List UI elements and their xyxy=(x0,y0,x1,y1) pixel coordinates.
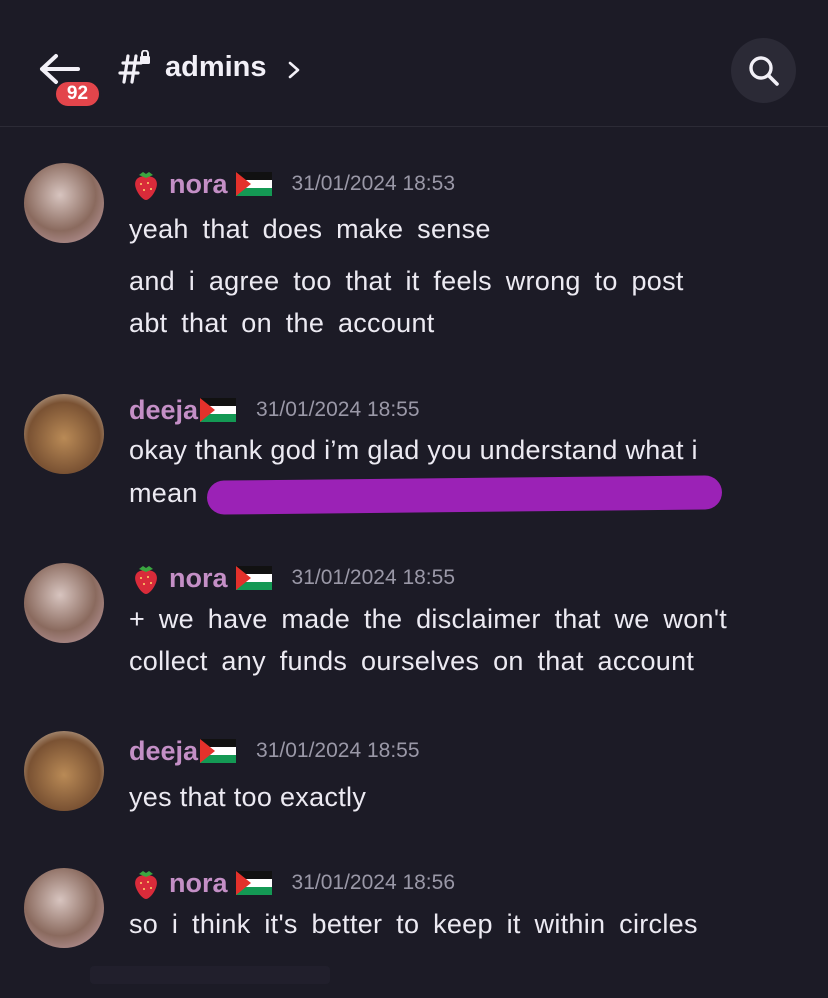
message-text: + we have made the disclaimer that we wo… xyxy=(129,604,728,634)
timestamp: 31/01/2024 18:55 xyxy=(256,398,420,421)
channel-header: 92 admins xyxy=(0,0,828,127)
chevron-right-icon[interactable] xyxy=(286,59,302,81)
username[interactable]: nora xyxy=(169,169,228,200)
strawberry-icon xyxy=(135,871,157,899)
username[interactable]: nora xyxy=(169,868,228,899)
unread-badge: 92 xyxy=(53,79,102,109)
avatar[interactable] xyxy=(24,563,104,643)
avatar[interactable] xyxy=(24,868,104,948)
palestine-flag-icon xyxy=(200,398,237,422)
palestine-flag-icon xyxy=(200,739,237,763)
message-text: collect any funds ourselves on that acco… xyxy=(129,646,695,676)
username[interactable]: deeja xyxy=(129,395,198,426)
message-text: okay thank god i’m glad you understand w… xyxy=(129,435,698,465)
strawberry-icon xyxy=(135,566,157,594)
timestamp: 31/01/2024 18:55 xyxy=(256,739,420,762)
search-button[interactable] xyxy=(731,38,796,103)
palestine-flag-icon xyxy=(235,566,272,590)
avatar[interactable] xyxy=(24,163,104,243)
message-text: yes that too exactly xyxy=(129,782,367,812)
redaction-scribble xyxy=(206,475,723,515)
username[interactable]: deeja xyxy=(129,736,198,767)
username[interactable]: nora xyxy=(169,563,228,594)
message-text: and i agree too that it feels wrong to p… xyxy=(129,266,684,296)
channel-title[interactable]: admins xyxy=(165,51,267,84)
strawberry-icon xyxy=(135,172,157,200)
search-icon xyxy=(749,56,779,86)
message-text: abt that on the account xyxy=(129,308,435,338)
timestamp: 31/01/2024 18:53 xyxy=(291,172,456,195)
palestine-flag-icon xyxy=(235,871,272,895)
message-text: so i think it's better to keep it within… xyxy=(129,909,698,939)
avatar[interactable] xyxy=(24,394,104,474)
avatar[interactable] xyxy=(24,731,104,811)
timestamp: 31/01/2024 18:56 xyxy=(291,871,456,894)
timestamp: 31/01/2024 18:55 xyxy=(291,566,456,589)
palestine-flag-icon xyxy=(235,172,272,196)
message-text: mean xyxy=(129,478,198,508)
locked-hash-icon xyxy=(118,50,150,84)
message-text: yeah that does make sense xyxy=(129,214,491,244)
cropped-next-message xyxy=(90,966,330,984)
